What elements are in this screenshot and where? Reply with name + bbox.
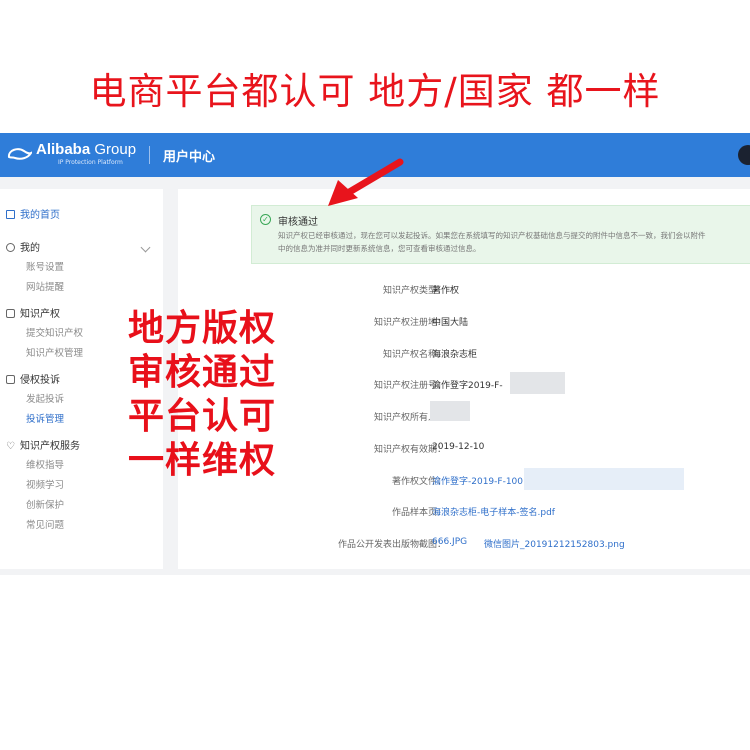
logo-wordmark: Alibaba Group: [36, 141, 137, 158]
promo-banner-text: 电商平台都认可 地方/国家 都一样: [89, 70, 661, 113]
chevron-down-icon[interactable]: [140, 242, 151, 253]
field-value-ip-name: 海浪杂志柜: [432, 350, 478, 360]
header-divider: [149, 146, 150, 164]
user-icon: [6, 243, 15, 252]
field-label-publication-screenshot: 作品公开发表出版物截图：: [337, 540, 446, 550]
sidebar-item-site-alerts[interactable]: 网站提醒: [26, 279, 64, 293]
redacted-block: [430, 401, 470, 421]
red-arrow-icon: [328, 158, 404, 206]
overlay-caption: 地方版权 审核通过 平台认可 一样维权: [128, 307, 277, 481]
notice-title: 审核通过: [278, 217, 318, 228]
document-icon: [6, 375, 15, 384]
sidebar-item-account-settings[interactable]: 账号设置: [26, 259, 64, 273]
sidebar-item-video-learning[interactable]: 视频学习: [26, 477, 64, 491]
sidebar-item-rights-guide[interactable]: 维权指导: [26, 457, 64, 471]
sidebar-item-faq[interactable]: 常见问题: [26, 517, 64, 531]
header-title: 用户中心: [163, 150, 216, 165]
sidebar-item-file-complaint[interactable]: 发起投诉: [26, 391, 64, 405]
sidebar-item-submit-ip[interactable]: 提交知识产权: [26, 325, 83, 339]
copyright-file-link[interactable]: 渝作登字-2019-F-100: [432, 474, 523, 487]
screenshot-link-jpg[interactable]: 666.JPG: [432, 537, 467, 547]
sidebar-group-mine[interactable]: 我的: [6, 239, 40, 254]
check-circle-icon: ✓: [260, 214, 271, 225]
redacted-block: [510, 372, 565, 394]
redacted-block: [524, 468, 684, 490]
sidebar-item-ip-management[interactable]: 知识产权管理: [26, 345, 83, 359]
field-value-registration-place: 中国大陆: [432, 318, 469, 328]
alibaba-logo-icon: [7, 148, 32, 160]
book-icon: [6, 309, 15, 318]
heart-icon: ♡: [6, 441, 15, 452]
sample-page-link[interactable]: 海浪杂志柜-电子样本-签名.pdf: [432, 505, 555, 518]
sidebar-group-ip[interactable]: 知识产权: [6, 305, 60, 320]
sidebar-group-complaints[interactable]: 侵权投诉: [6, 371, 60, 386]
notice-body: 知识产权已经审核通过，现在您可以发起投诉。如果您在系统填写的知识产权基础信息与提…: [278, 231, 706, 253]
field-value-ip-type: 著作权: [432, 286, 460, 296]
user-avatar[interactable]: [738, 145, 750, 165]
sidebar-item-innovation-protection[interactable]: 创新保护: [26, 497, 64, 511]
home-icon: [6, 210, 15, 219]
sidebar-item-complaint-management[interactable]: 投诉管理: [26, 411, 64, 425]
field-value-validity: 2019-12-10: [432, 442, 485, 452]
logo-subtitle: IP Protection Platform: [58, 159, 123, 166]
field-value-registration-number: 渝作登字2019-F-: [432, 381, 503, 391]
sidebar-item-home[interactable]: 我的首页: [6, 206, 60, 221]
sidebar-group-ip-services[interactable]: ♡ 知识产权服务: [6, 437, 80, 452]
screenshot-link-png[interactable]: 微信图片_20191212152803.png: [484, 537, 625, 550]
